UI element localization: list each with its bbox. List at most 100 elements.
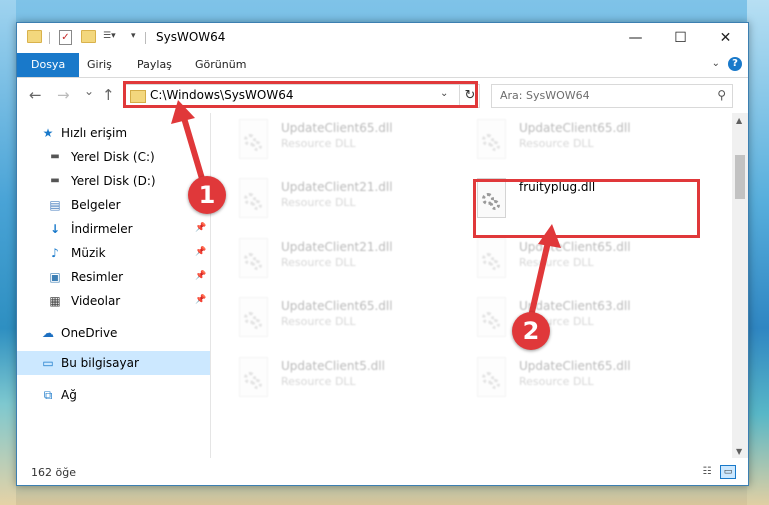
step-1-badge: 1 <box>188 176 226 214</box>
pin-icon[interactable]: 📌 <box>195 247 206 257</box>
sidebar-item-label: Resimler <box>71 270 124 284</box>
sidebar-item-label: Hızlı erişim <box>61 126 128 140</box>
search-input[interactable]: Ara: SysWOW64 <box>500 89 590 102</box>
sidebar-item-label: Videolar <box>71 294 121 308</box>
file-name: UpdateClient5.dll <box>281 359 385 373</box>
step-2-badge: 2 <box>512 312 550 350</box>
tab-gorunum[interactable]: Görünüm <box>187 53 254 77</box>
drive-icon: ▬ <box>50 151 60 162</box>
file-name: UpdateClient65.dll <box>281 121 393 135</box>
computer-icon: ▭ <box>42 356 54 370</box>
details-view-icon[interactable]: ☷ <box>700 466 714 478</box>
close-button[interactable]: ✕ <box>703 23 748 53</box>
sidebar-item-documents[interactable]: ▤ Belgeler <box>17 193 210 217</box>
scroll-thumb[interactable] <box>735 155 745 199</box>
file-type: Resource DLL <box>281 315 356 328</box>
file-name: UpdateClient21.dll <box>281 180 393 194</box>
vertical-scrollbar[interactable]: ▲ ▼ <box>732 113 748 458</box>
drive-icon: ▬ <box>50 175 60 186</box>
videos-icon: ▦ <box>49 294 61 308</box>
address-bar-highlight <box>123 81 478 108</box>
navigation-pane: ★ Hızlı erişim ▬ Yerel Disk (C:) ▬ Yerel… <box>17 113 210 458</box>
maximize-button[interactable]: ☐ <box>658 23 703 53</box>
quick-access-separator <box>49 32 50 44</box>
sidebar-item-onedrive[interactable]: ☁ OneDrive <box>17 321 210 345</box>
dll-file-icon <box>237 238 269 278</box>
file-item[interactable]: UpdateClient65.dll Resource DLL <box>237 117 462 167</box>
sidebar-item-pictures[interactable]: ▣ Resimler 📌 <box>17 265 210 289</box>
file-name: UpdateClient21.dll <box>281 240 393 254</box>
file-highlight <box>473 179 700 238</box>
network-icon: ⧉ <box>43 388 53 402</box>
file-item[interactable]: UpdateClient65.dll Resource DLL <box>475 236 700 286</box>
tab-dosya[interactable]: Dosya <box>17 53 80 77</box>
file-item[interactable]: UpdateClient65.dll Resource DLL <box>475 355 700 405</box>
desktop-background-left <box>0 0 16 505</box>
sidebar-item-quick-access[interactable]: ★ Hızlı erişim <box>17 121 210 145</box>
title-bar[interactable]: ✓ ☰▾ ▾ SysWOW64 — ☐ ✕ <box>17 23 748 53</box>
tab-paylas[interactable]: Paylaş <box>129 53 180 77</box>
star-icon: ★ <box>42 126 54 140</box>
quick-access-dropdown-icon[interactable]: ▾ <box>131 31 136 41</box>
dll-file-icon <box>237 119 269 159</box>
sidebar-item-label: Müzik <box>71 246 106 260</box>
sidebar-item-local-disk-c[interactable]: ▬ Yerel Disk (C:) <box>17 145 210 169</box>
ribbon-tabs: Dosya Giriş Paylaş Görünüm ⌄ ? <box>17 53 748 78</box>
file-type: Resource DLL <box>281 196 356 209</box>
status-bar: 162 öğe ☷ ▭ <box>17 461 748 485</box>
sidebar-item-videos[interactable]: ▦ Videolar 📌 <box>17 289 210 313</box>
dll-file-icon <box>237 178 269 218</box>
up-button[interactable]: ↑ <box>102 86 115 104</box>
file-item[interactable]: UpdateClient65.dll Resource DLL <box>237 295 462 345</box>
window-title: SysWOW64 <box>156 30 226 44</box>
large-icons-view-icon[interactable]: ▭ <box>720 465 736 479</box>
expand-ribbon-icon[interactable]: ⌄ <box>712 58 720 69</box>
sidebar-item-network[interactable]: ⧉ Ağ <box>17 383 210 407</box>
sidebar-item-label: Yerel Disk (D:) <box>71 174 156 188</box>
pin-icon[interactable]: 📌 <box>195 295 206 305</box>
dll-file-icon <box>237 357 269 397</box>
search-icon[interactable]: ⚲ <box>717 88 726 102</box>
desktop-background-right <box>747 0 769 505</box>
item-count: 162 öğe <box>31 466 76 479</box>
sidebar-item-label: Yerel Disk (C:) <box>71 150 155 164</box>
minimize-button[interactable]: — <box>613 23 658 53</box>
sidebar-item-this-pc[interactable]: ▭ Bu bilgisayar <box>17 351 210 375</box>
file-item[interactable]: UpdateClient5.dll Resource DLL <box>237 355 462 405</box>
file-item[interactable]: UpdateClient63.dll Resource DLL <box>475 295 700 345</box>
file-list: UpdateClient65.dll Resource DLL UpdateCl… <box>211 113 732 458</box>
forward-button[interactable]: → <box>57 86 70 104</box>
file-type: Resource DLL <box>281 256 356 269</box>
tab-giris[interactable]: Giriş <box>79 53 120 77</box>
file-name: UpdateClient65.dll <box>519 359 631 373</box>
pin-icon[interactable]: 📌 <box>195 271 206 281</box>
scroll-down-icon[interactable]: ▼ <box>736 447 742 456</box>
sidebar-item-downloads[interactable]: ↓ İndirmeler 📌 <box>17 217 210 241</box>
file-name: UpdateClient65.dll <box>519 240 631 254</box>
download-icon: ↓ <box>49 222 61 236</box>
folder-icon <box>27 30 42 43</box>
quick-access-customize-icon[interactable]: ☰▾ <box>103 31 116 41</box>
new-folder-icon[interactable] <box>81 30 96 43</box>
dll-file-icon <box>475 357 507 397</box>
file-item[interactable]: UpdateClient21.dll Resource DLL <box>237 176 462 226</box>
back-button[interactable]: ← <box>29 86 42 104</box>
search-box[interactable]: Ara: SysWOW64 ⚲ <box>491 84 733 108</box>
sidebar-item-label: Belgeler <box>71 198 121 212</box>
pictures-icon: ▣ <box>49 270 61 284</box>
sidebar-item-music[interactable]: ♪ Müzik 📌 <box>17 241 210 265</box>
pin-icon[interactable]: 📌 <box>195 223 206 233</box>
recent-locations-button[interactable]: ⌄ <box>84 84 94 98</box>
dll-file-icon <box>475 119 507 159</box>
help-icon[interactable]: ? <box>728 57 742 71</box>
properties-icon[interactable]: ✓ <box>59 30 72 45</box>
dll-file-icon <box>475 238 507 278</box>
dll-file-icon <box>237 297 269 337</box>
file-item[interactable]: UpdateClient65.dll Resource DLL <box>475 117 700 167</box>
cloud-icon: ☁ <box>42 326 54 340</box>
documents-icon: ▤ <box>49 198 61 212</box>
sidebar-item-label: İndirmeler <box>71 222 133 236</box>
file-item[interactable]: UpdateClient21.dll Resource DLL <box>237 236 462 286</box>
scroll-up-icon[interactable]: ▲ <box>736 116 742 125</box>
sidebar-item-local-disk-d[interactable]: ▬ Yerel Disk (D:) <box>17 169 210 193</box>
